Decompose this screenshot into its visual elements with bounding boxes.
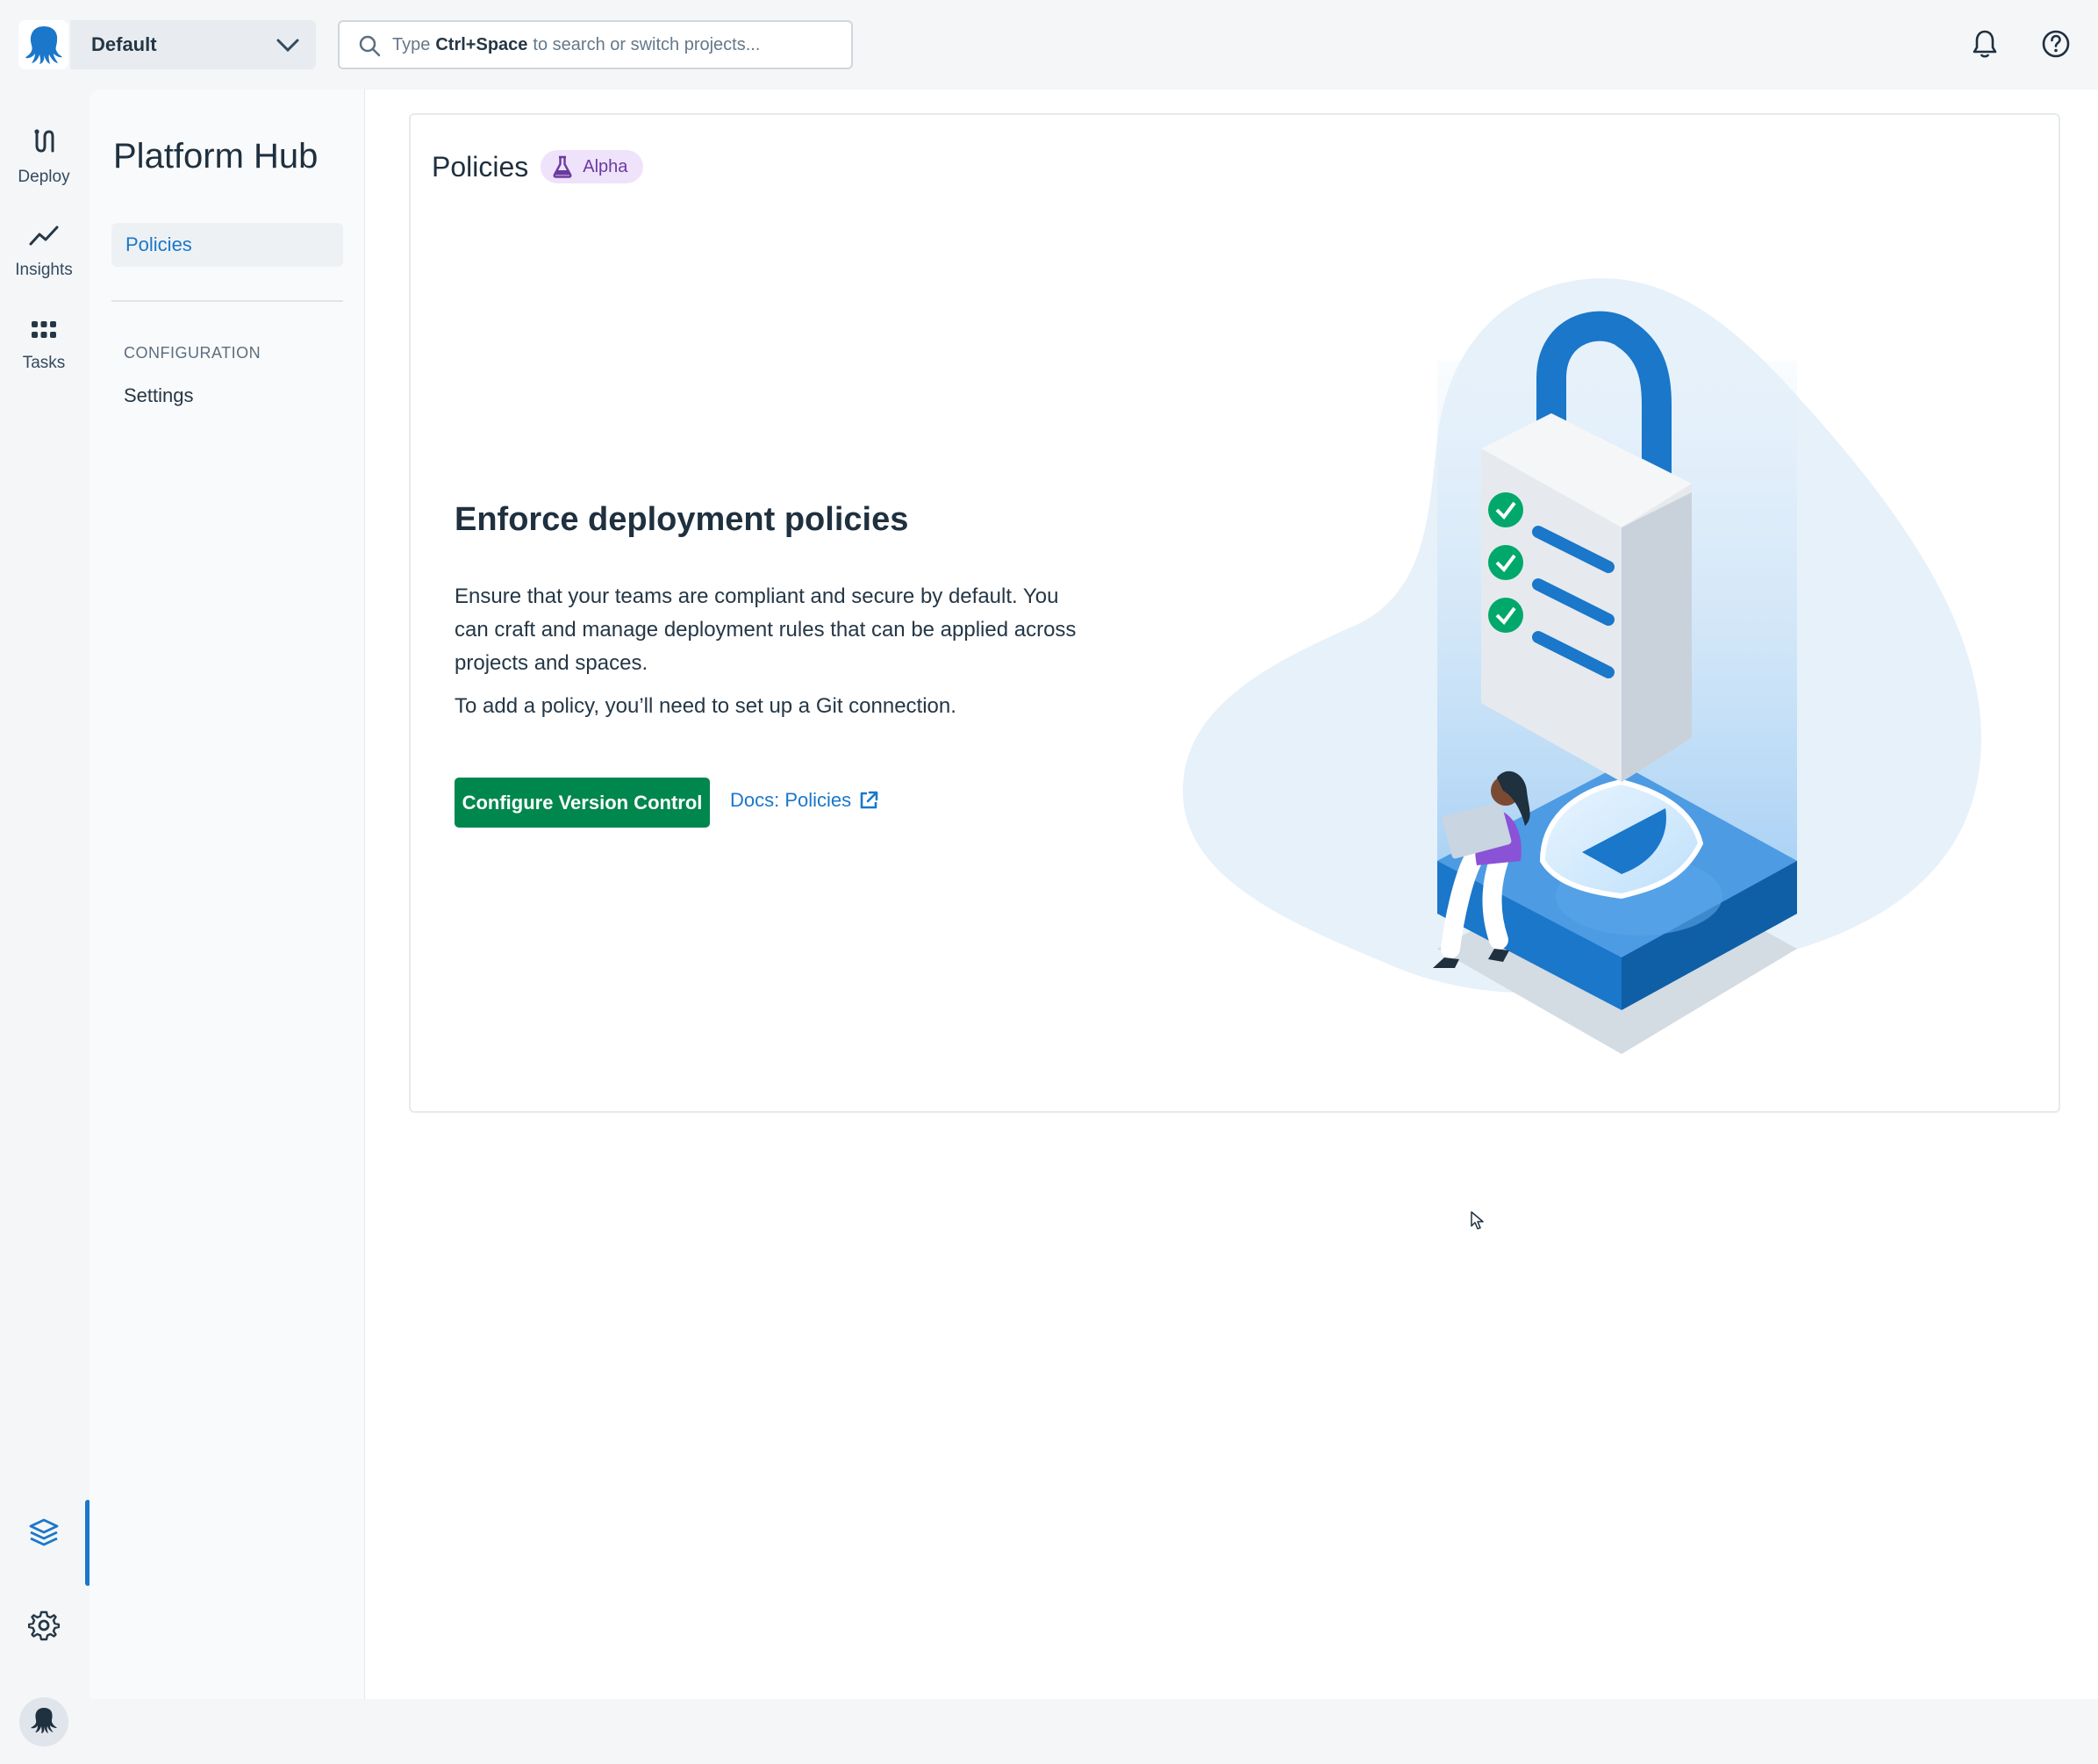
hero-note: To add a policy, you’ll need to set up a… (455, 694, 956, 718)
search-icon (357, 33, 382, 63)
space-name: Default (91, 33, 157, 55)
rail-item-tasks[interactable]: Tasks (0, 307, 88, 391)
search-input[interactable]: Type Ctrl+Space to search or switch proj… (338, 20, 853, 69)
search-shortcut: Ctrl+Space (435, 34, 528, 54)
tasks-icon (31, 319, 57, 345)
left-rail: Deploy Insights Tasks (0, 90, 90, 1746)
badge-label: Alpha (583, 156, 628, 176)
rail-label-insights: Insights (15, 261, 73, 279)
docs-link-label: Docs: Policies (730, 789, 852, 811)
sidebar-item-settings[interactable]: Settings (124, 384, 194, 407)
bell-icon[interactable] (1967, 25, 2002, 63)
insights-icon (29, 223, 59, 252)
sidebar-divider (111, 300, 343, 302)
docs-policies-link[interactable]: Docs: Policies (730, 789, 879, 812)
page-header: Policies Alpha (432, 150, 644, 183)
rail-label-tasks: Tasks (22, 354, 66, 372)
configure-version-control-button[interactable]: Configure Version Control (455, 778, 710, 828)
search-placeholder-suffix: to search or switch projects... (533, 34, 761, 54)
rail-label-deploy: Deploy (18, 168, 70, 186)
sidebar-item-policies[interactable]: Policies (111, 223, 343, 267)
rail-item-insights[interactable]: Insights (0, 211, 88, 295)
help-icon[interactable] (2038, 25, 2073, 63)
sidebar-title: Platform Hub (113, 137, 319, 176)
external-link-icon (860, 791, 878, 809)
page-title: Policies (432, 150, 529, 183)
policies-card: Policies Alpha Enforce deployment polici… (409, 113, 2060, 1113)
sidebar-section-configuration: CONFIGURATION (124, 344, 261, 362)
mouse-cursor-icon (1471, 1211, 1485, 1235)
main-content: Policies Alpha Enforce deployment polici… (365, 90, 2098, 1699)
rail-item-settings[interactable] (0, 1597, 88, 1673)
alpha-badge: Alpha (541, 150, 644, 183)
platform-hub-icon (28, 1517, 60, 1552)
platform-hub-sidebar: Platform Hub Policies CONFIGURATION Sett… (90, 90, 365, 1699)
hero-paragraph: Ensure that your teams are compliant and… (455, 584, 1077, 675)
hero-title: Enforce deployment policies (455, 501, 909, 538)
space-selector[interactable]: Default (70, 20, 316, 69)
deploy-icon (31, 128, 57, 159)
octopus-logo-icon[interactable] (18, 20, 68, 69)
flask-icon (553, 155, 572, 178)
rail-item-deploy[interactable]: Deploy (0, 116, 88, 200)
chevron-down-icon (276, 34, 300, 60)
search-placeholder-prefix: Type (392, 34, 431, 54)
rail-item-platform-hub[interactable] (0, 1504, 88, 1580)
avatar[interactable] (0, 1685, 88, 1764)
gear-icon (27, 1610, 61, 1646)
top-bar: Default Type Ctrl+Space to search or swi… (0, 0, 2098, 90)
security-illustration (1183, 278, 1981, 1054)
